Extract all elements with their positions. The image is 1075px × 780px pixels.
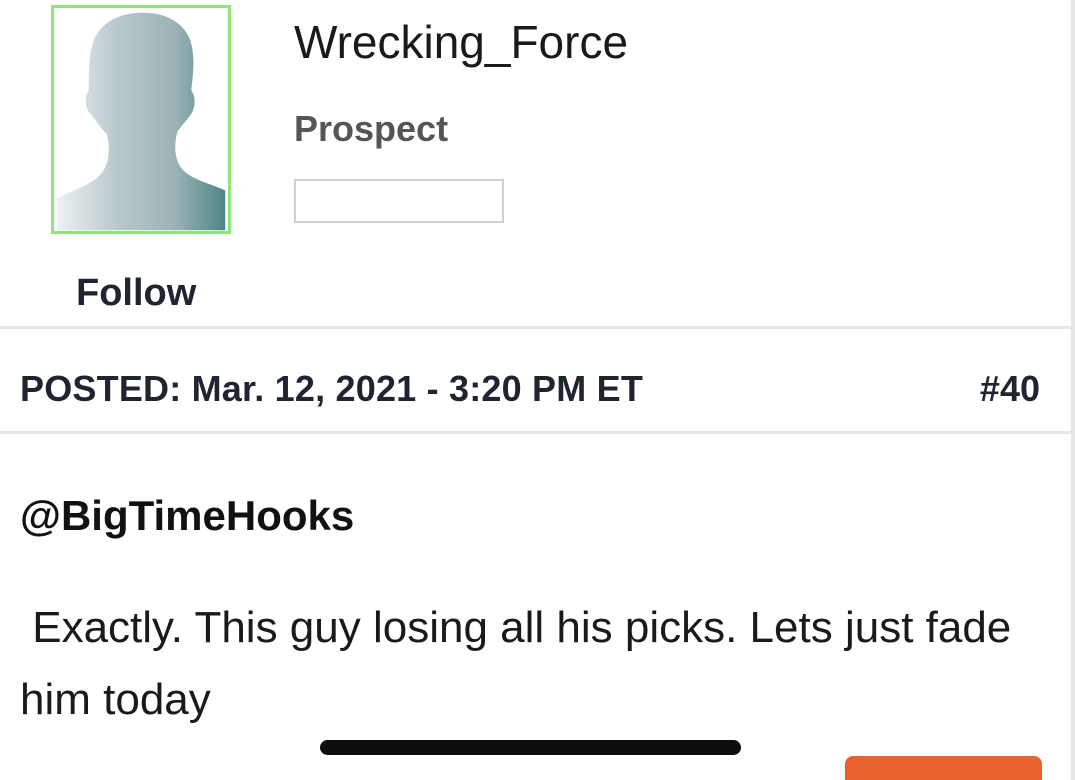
user-avatar[interactable]: [51, 5, 231, 234]
divider: [0, 326, 1071, 329]
rank-progress-box: [294, 179, 504, 223]
default-user-silhouette-icon: [55, 11, 227, 231]
post-number-link[interactable]: #40: [980, 368, 1040, 410]
reply-button[interactable]: [845, 756, 1042, 780]
post-body: Exactly. This guy losing all his picks. …: [20, 603, 1024, 724]
post-mention[interactable]: @BigTimeHooks: [20, 492, 354, 540]
follow-button[interactable]: Follow: [76, 272, 196, 315]
divider: [0, 431, 1071, 434]
username[interactable]: Wrecking_Force: [294, 15, 628, 69]
scroll-edge: [1071, 0, 1075, 780]
forum-post-view: Follow Wrecking_Force Prospect POSTED: M…: [0, 0, 1075, 780]
user-rank: Prospect: [294, 108, 449, 149]
home-indicator[interactable]: [320, 740, 741, 755]
post-timestamp: POSTED: Mar. 12, 2021 - 3:20 PM ET: [20, 368, 644, 409]
